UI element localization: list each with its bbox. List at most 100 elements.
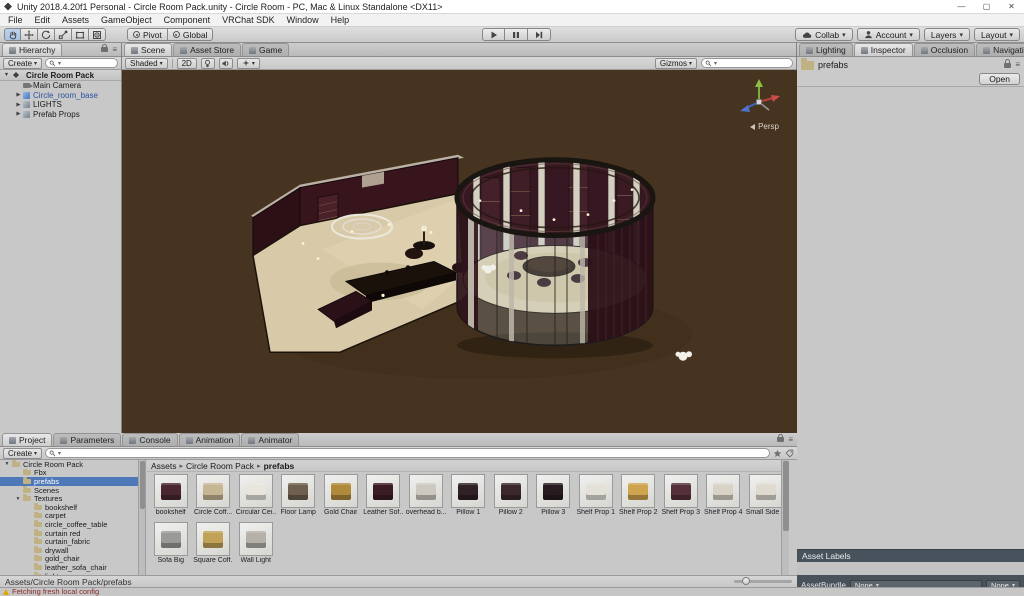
move-tool-button[interactable] bbox=[21, 28, 38, 41]
transform-tool-button[interactable] bbox=[89, 28, 106, 41]
asset-item[interactable]: Pillow 1 bbox=[448, 474, 490, 522]
asset-item[interactable]: Pillow 2 bbox=[490, 474, 532, 522]
bottom-panel-tab[interactable]: Animation bbox=[179, 433, 241, 446]
project-search-input[interactable]: ▾ bbox=[45, 448, 770, 458]
asset-labels-header[interactable]: Asset Labels bbox=[797, 549, 1024, 562]
thumbnail-zoom-slider[interactable] bbox=[734, 580, 792, 583]
menu-item[interactable]: Assets bbox=[56, 15, 95, 25]
asset-item[interactable]: Leather Sof... bbox=[363, 474, 405, 522]
pivot-toggle-button[interactable]: Pivot bbox=[127, 28, 168, 41]
bottom-panel-tab[interactable]: Project bbox=[2, 433, 52, 446]
project-tree-item[interactable]: gold_chair bbox=[0, 555, 138, 564]
breadcrumb-item[interactable]: Assets bbox=[151, 461, 177, 471]
breadcrumb-item[interactable]: prefabs bbox=[257, 461, 294, 471]
bottom-panel-tab[interactable]: Animator bbox=[241, 433, 299, 446]
disclosure-arrow[interactable] bbox=[14, 92, 23, 98]
asset-item[interactable]: Pillow 3 bbox=[533, 474, 575, 522]
collab-dropdown[interactable]: Collab bbox=[795, 28, 853, 41]
inspector-tab[interactable]: Occlusion bbox=[914, 43, 975, 56]
asset-item[interactable]: Wall Light bbox=[235, 522, 277, 570]
menu-item[interactable]: File bbox=[2, 15, 29, 25]
step-button[interactable] bbox=[528, 28, 551, 41]
global-toggle-button[interactable]: Global bbox=[168, 28, 214, 41]
status-bar[interactable]: Fetching fresh local config bbox=[0, 587, 1024, 595]
scene-lighting-toggle[interactable] bbox=[201, 58, 215, 69]
panel-menu-icon[interactable]: ≡ bbox=[112, 46, 117, 54]
bottom-panel-tab[interactable]: Console bbox=[122, 433, 177, 446]
rect-tool-button[interactable] bbox=[72, 28, 89, 41]
project-tree-item[interactable]: Textures bbox=[0, 494, 138, 503]
inspector-tab[interactable]: Navigation bbox=[976, 43, 1024, 56]
inspector-lock-icon[interactable] bbox=[1004, 63, 1011, 68]
breadcrumb-item[interactable]: Circle Room Pack bbox=[180, 461, 255, 471]
menu-item[interactable]: Component bbox=[158, 15, 217, 25]
rotate-tool-button[interactable] bbox=[38, 28, 55, 41]
scene-view-tab[interactable]: Game bbox=[242, 43, 289, 56]
shading-mode-dropdown[interactable]: Shaded bbox=[125, 58, 168, 69]
zoom-slider-knob[interactable] bbox=[742, 577, 750, 585]
asset-item[interactable]: bookshelf bbox=[150, 474, 192, 522]
project-tree-item[interactable]: prefabs bbox=[0, 477, 138, 486]
disclosure-arrow[interactable]: ▼ bbox=[2, 72, 11, 78]
asset-item[interactable]: Shelf Prop 2 bbox=[618, 474, 660, 522]
menu-item[interactable]: Edit bbox=[29, 15, 57, 25]
asset-item[interactable]: Shelf Prop 3 bbox=[660, 474, 702, 522]
asset-item[interactable]: Sofa Big bbox=[150, 522, 192, 570]
scene-viewport[interactable]: Persp bbox=[122, 70, 797, 433]
inspector-menu-icon[interactable]: ≡ bbox=[1015, 61, 1020, 69]
inspector-tab[interactable]: Inspector bbox=[854, 43, 913, 56]
account-dropdown[interactable]: Account bbox=[857, 28, 920, 41]
project-create-button[interactable]: Create bbox=[3, 448, 42, 459]
panel-menu-icon[interactable]: ≡ bbox=[788, 436, 793, 444]
gizmos-dropdown[interactable]: Gizmos bbox=[655, 58, 697, 69]
label-icon[interactable] bbox=[785, 449, 794, 458]
lock-icon[interactable] bbox=[101, 47, 108, 52]
asset-item[interactable]: Shelf Prop 1 bbox=[575, 474, 617, 522]
disclosure-arrow[interactable] bbox=[3, 461, 11, 467]
hierarchy-item[interactable]: LIGHTS bbox=[0, 100, 121, 110]
search-filter-caret[interactable]: ▾ bbox=[58, 450, 61, 457]
hierarchy-item[interactable]: Prefab Props bbox=[0, 110, 121, 120]
project-tree-item[interactable]: curtain_fabric bbox=[0, 537, 138, 546]
layers-dropdown[interactable]: Layers bbox=[924, 28, 970, 41]
hierarchy-create-button[interactable]: Create bbox=[3, 58, 42, 69]
window-control-button[interactable]: — bbox=[949, 0, 974, 13]
pause-button[interactable] bbox=[505, 28, 528, 41]
scene-view-tab[interactable]: Scene bbox=[124, 43, 172, 56]
play-button[interactable] bbox=[482, 28, 505, 41]
asset-item[interactable]: overhead b... bbox=[405, 474, 447, 522]
scene-effects-dropdown[interactable] bbox=[237, 58, 260, 69]
project-tree-item[interactable]: Fbx bbox=[0, 469, 138, 478]
bottom-panel-tab[interactable]: Parameters bbox=[53, 433, 121, 446]
scene-header-row[interactable]: ▼ Circle Room Pack bbox=[0, 70, 121, 81]
grid-scrollbar[interactable] bbox=[781, 460, 789, 575]
disclosure-arrow[interactable] bbox=[14, 102, 23, 108]
open-button[interactable]: Open bbox=[979, 73, 1020, 85]
scene-search-input[interactable]: ▾ bbox=[701, 58, 793, 68]
search-filter-caret[interactable]: ▾ bbox=[714, 60, 717, 67]
scene-audio-toggle[interactable] bbox=[219, 58, 233, 69]
tree-scrollbar[interactable] bbox=[139, 460, 146, 575]
tab-hierarchy[interactable]: Hierarchy bbox=[2, 43, 62, 56]
asset-item[interactable]: Floor Lamp bbox=[278, 474, 320, 522]
asset-item[interactable]: Square Coff... bbox=[193, 522, 235, 570]
2d-toggle-button[interactable]: 2D bbox=[177, 58, 197, 69]
disclosure-arrow[interactable] bbox=[14, 111, 23, 117]
menu-item[interactable]: GameObject bbox=[95, 15, 158, 25]
scale-tool-button[interactable] bbox=[55, 28, 72, 41]
layout-dropdown[interactable]: Layout bbox=[974, 28, 1020, 41]
window-control-button[interactable]: ▢ bbox=[974, 0, 999, 13]
project-tree-item[interactable]: bookshelf bbox=[0, 503, 138, 512]
hierarchy-item[interactable]: Main Camera bbox=[0, 81, 121, 91]
asset-item[interactable]: Gold Chair bbox=[320, 474, 362, 522]
asset-item[interactable]: Circle Coff... bbox=[193, 474, 235, 522]
projection-label[interactable]: Persp bbox=[750, 122, 779, 131]
project-tree-item[interactable]: carpet bbox=[0, 512, 138, 521]
project-tree-item[interactable]: Circle Room Pack bbox=[0, 460, 138, 469]
project-tree-item[interactable]: circle_coffee_table bbox=[0, 520, 138, 529]
search-filter-caret[interactable]: ▾ bbox=[58, 60, 61, 67]
inspector-tab[interactable]: Lighting bbox=[799, 43, 853, 56]
menu-item[interactable]: Help bbox=[325, 15, 356, 25]
menu-item[interactable]: Window bbox=[281, 15, 325, 25]
project-tree-item[interactable]: leather_sofa_chair bbox=[0, 563, 138, 572]
